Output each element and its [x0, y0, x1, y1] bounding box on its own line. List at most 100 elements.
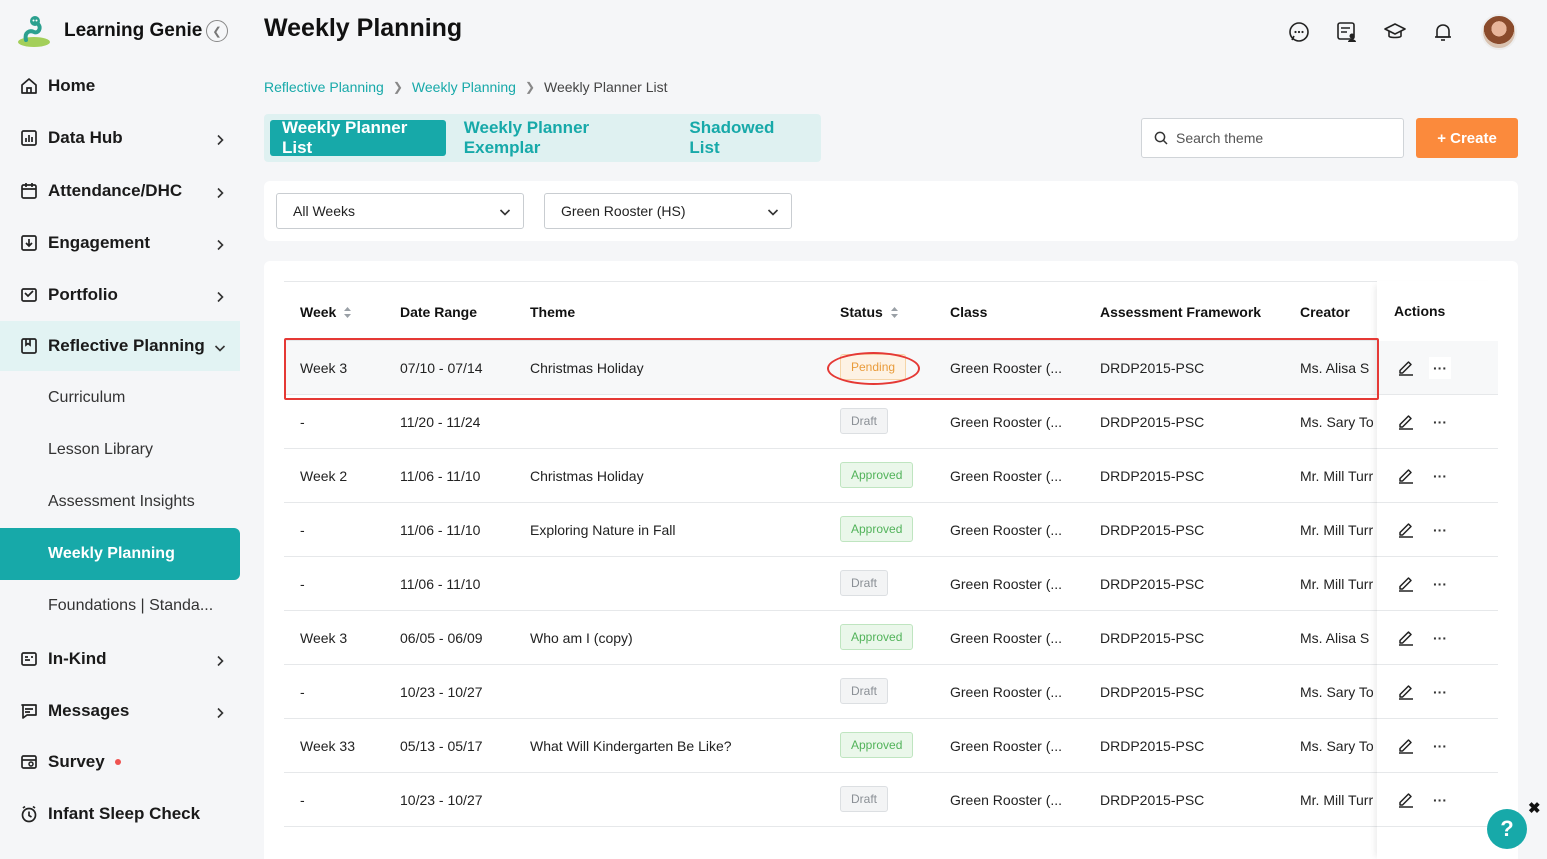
survey-icon — [20, 753, 38, 771]
table-row[interactable]: - 10/23 - 10/27 Draft Green Rooster (... DRD… — [284, 773, 1498, 827]
collapse-sidebar-icon[interactable]: ❮ — [206, 20, 228, 42]
more-options-icon[interactable]: ··· — [1429, 519, 1451, 541]
more-options-icon[interactable]: ··· — [1429, 681, 1451, 703]
clock-icon — [20, 805, 38, 823]
help-button[interactable]: ? — [1487, 809, 1527, 849]
cell-creator: Ms. Sary To — [1300, 738, 1374, 754]
status-badge: Draft — [840, 570, 889, 596]
edit-icon[interactable] — [1397, 790, 1415, 808]
cell-class: Green Rooster (... — [950, 522, 1063, 538]
bell-icon[interactable] — [1431, 20, 1455, 44]
cell-assessment-framework: DRDP2015-PSC — [1100, 468, 1205, 484]
sidebar-item-attendance-dhc[interactable]: Attendance/DHC — [0, 166, 240, 216]
edit-icon[interactable] — [1397, 358, 1415, 376]
cell-class: Green Rooster (... — [950, 414, 1063, 430]
status-badge: Draft — [840, 786, 889, 812]
chevron-right-icon — [214, 184, 226, 199]
table-row[interactable]: Week 33 05/13 - 05/17 What Will Kindergart… — [284, 719, 1498, 773]
edit-icon[interactable] — [1397, 628, 1415, 646]
search-box — [1141, 118, 1404, 158]
cell-theme: Christmas Holiday — [530, 468, 644, 484]
week-select[interactable]: All Weeks — [276, 193, 524, 229]
cell-class: Green Rooster (... — [950, 468, 1063, 484]
cell-week: - — [300, 684, 305, 700]
breadcrumb-reflective-planning[interactable]: Reflective Planning — [264, 79, 384, 95]
sidebar-item-label: Messages — [48, 701, 130, 720]
table-row[interactable]: - 10/23 - 10/27 Draft Green Rooster (... DRD… — [284, 665, 1498, 719]
brand[interactable]: Learning Genie — [16, 14, 202, 48]
table-row[interactable]: Week 3 06/05 - 06/09 Who am I (copy) Approv… — [284, 611, 1498, 665]
sidebar-subitem-curriculum[interactable]: Curriculum — [0, 372, 240, 424]
list-user-icon[interactable] — [1335, 20, 1359, 44]
sidebar-item-home[interactable]: Home — [0, 61, 240, 111]
class-select-value: Green Rooster (HS) — [561, 203, 686, 219]
sidebar-subitem-weekly-planning[interactable]: Weekly Planning — [0, 528, 240, 580]
cell-week: Week 33 — [300, 738, 355, 754]
edit-icon[interactable] — [1397, 574, 1415, 592]
create-button[interactable]: + Create — [1416, 118, 1518, 158]
tab-shadowed-list[interactable]: Shadowed List — [677, 118, 815, 157]
header-actions: Actions — [1394, 303, 1446, 319]
more-options-icon[interactable]: ··· — [1429, 357, 1451, 379]
chevron-down-icon — [767, 209, 779, 216]
sidebar-item-infant-sleep-check[interactable]: Infant Sleep Check — [0, 789, 240, 839]
more-options-icon[interactable]: ··· — [1429, 411, 1451, 433]
more-options-icon[interactable]: ··· — [1429, 627, 1451, 649]
sidebar-item-survey[interactable]: Survey — [0, 737, 240, 787]
user-avatar[interactable] — [1481, 14, 1517, 50]
table-row[interactable]: - 11/20 - 11/24 Draft Green Rooster (... DRD… — [284, 395, 1498, 449]
header-week-label: Week — [300, 304, 337, 320]
row-actions: ··· — [1377, 503, 1498, 557]
tab-weekly-planner-list[interactable]: Weekly Planner List — [270, 118, 446, 157]
more-options-icon[interactable]: ··· — [1429, 573, 1451, 595]
cell-date-range: 05/13 - 05/17 — [400, 738, 483, 754]
sidebar: Learning Genie ❮ Home Data Hub Attendance/… — [0, 0, 240, 859]
sidebar-subitem-foundations-standa[interactable]: Foundations | Standa... — [0, 580, 240, 632]
cell-class: Green Rooster (... — [950, 684, 1063, 700]
sidebar-item-messages[interactable]: Messages — [0, 686, 240, 736]
search-input[interactable] — [1176, 130, 1396, 146]
edit-icon[interactable] — [1397, 466, 1415, 484]
sidebar-item-data-hub[interactable]: Data Hub — [0, 113, 240, 163]
breadcrumb-separator-icon: ❯ — [392, 80, 403, 94]
class-select[interactable]: Green Rooster (HS) — [544, 193, 792, 229]
table-row[interactable]: - 11/06 - 11/10 Draft Green Rooster (... DRD… — [284, 557, 1498, 611]
highlight-oval — [827, 352, 920, 385]
edit-icon[interactable] — [1397, 682, 1415, 700]
more-options-icon[interactable]: ··· — [1429, 465, 1451, 487]
sidebar-item-portfolio[interactable]: Portfolio — [0, 270, 240, 320]
cell-assessment-framework: DRDP2015-PSC — [1100, 522, 1205, 538]
sidebar-item-label: Attendance/DHC — [48, 181, 183, 200]
cell-creator: Ms. Sary To — [1300, 414, 1374, 430]
header-week[interactable]: Week — [300, 304, 352, 320]
cell-theme: Exploring Nature in Fall — [530, 522, 676, 538]
sidebar-item-reflective-planning[interactable]: Reflective Planning — [0, 321, 240, 371]
edit-icon[interactable] — [1397, 736, 1415, 754]
header-status[interactable]: Status — [840, 304, 899, 320]
edit-icon[interactable] — [1397, 520, 1415, 538]
help-close-icon[interactable]: ✖ — [1528, 799, 1541, 817]
sidebar-item-engagement[interactable]: Engagement — [0, 218, 240, 268]
sort-icon[interactable] — [343, 306, 352, 319]
sidebar-item-label: Survey — [48, 752, 105, 771]
message-icon — [20, 702, 38, 720]
tab-weekly-planner-exemplar[interactable]: Weekly Planner Exemplar — [452, 118, 672, 157]
breadcrumb-current: Weekly Planner List — [544, 79, 668, 95]
graduation-cap-icon[interactable] — [1383, 20, 1407, 44]
row-actions: ··· — [1377, 773, 1498, 827]
more-options-icon[interactable]: ··· — [1429, 789, 1451, 811]
table-row[interactable]: - 11/06 - 11/10 Exploring Nature in Fall Ap… — [284, 503, 1498, 557]
cell-theme: Who am I (copy) — [530, 630, 633, 646]
breadcrumb-weekly-planning[interactable]: Weekly Planning — [412, 79, 516, 95]
edit-icon[interactable] — [1397, 412, 1415, 430]
table-row[interactable]: Week 2 11/06 - 11/10 Christmas Holiday Appr… — [284, 449, 1498, 503]
sidebar-item-in-kind[interactable]: In-Kind — [0, 634, 240, 684]
breadcrumb-separator-icon: ❯ — [524, 80, 536, 94]
sidebar-subitem-assessment-insights[interactable]: Assessment Insights — [0, 476, 240, 528]
status-badge: Approved — [840, 624, 914, 650]
more-options-icon[interactable]: ··· — [1429, 735, 1451, 757]
sidebar-subitem-lesson-library[interactable]: Lesson Library — [0, 424, 240, 476]
actions-column: Actions ··· ··· ··· ··· ··· ··· ··· ··· ··· — [1377, 281, 1498, 859]
sort-icon[interactable] — [890, 306, 899, 319]
chat-icon[interactable] — [1287, 20, 1311, 44]
